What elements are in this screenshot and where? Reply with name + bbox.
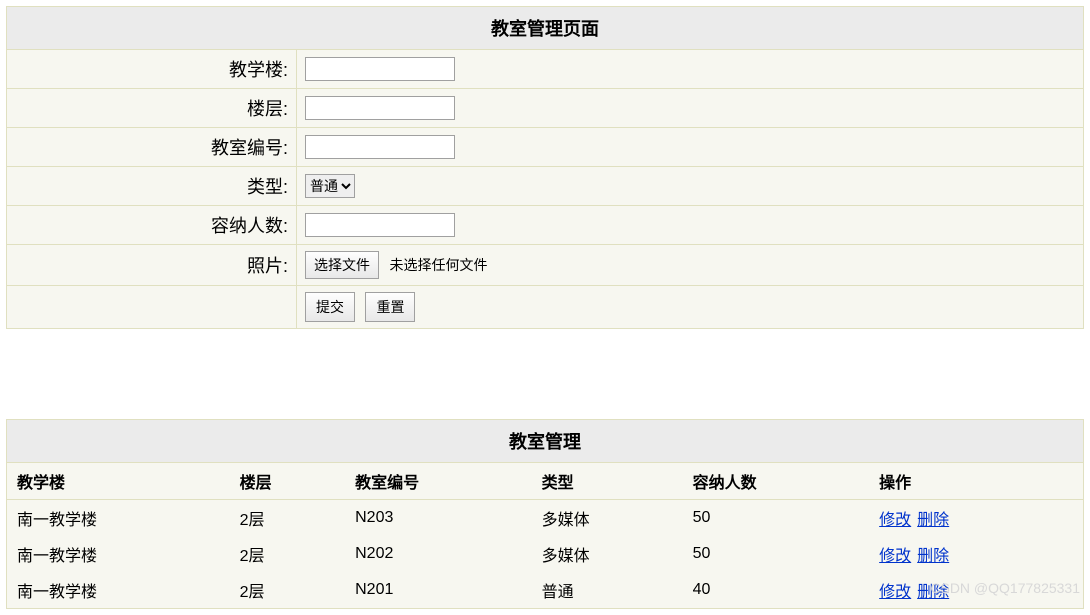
list-title: 教室管理 — [7, 420, 1084, 463]
cell-capacity: 50 — [683, 500, 870, 537]
edit-link[interactable]: 修改 — [879, 584, 911, 601]
cell-room_no: N203 — [345, 500, 532, 537]
cell-capacity: 40 — [683, 572, 870, 609]
form-title: 教室管理页面 — [7, 7, 1084, 50]
cell-room_no: N202 — [345, 536, 532, 572]
col-floor: 楼层 — [230, 463, 345, 500]
cell-type: 普通 — [532, 572, 683, 609]
no-file-text: 未选择任何文件 — [389, 257, 487, 273]
table-row: 南一教学楼2层N202多媒体50修改删除 — [7, 536, 1084, 572]
table-row: 南一教学楼2层N203多媒体50修改删除 — [7, 500, 1084, 537]
classroom-list-table: 教室管理 教学楼 楼层 教室编号 类型 容纳人数 操作 南一教学楼2层N203多… — [6, 419, 1084, 609]
watermark: CSDN @QQ177825331 — [930, 580, 1080, 596]
room-no-input[interactable] — [305, 135, 455, 159]
classroom-form-table: 教室管理页面 教学楼: 楼层: 教室编号: 类型: 普通 容纳人数: 照片: 选… — [6, 6, 1084, 329]
building-label: 教学楼: — [7, 50, 297, 89]
column-header-row: 教学楼 楼层 教室编号 类型 容纳人数 操作 — [7, 463, 1084, 500]
floor-label: 楼层: — [7, 89, 297, 128]
capacity-label: 容纳人数: — [7, 206, 297, 245]
cell-building: 南一教学楼 — [7, 572, 230, 609]
cell-type: 多媒体 — [532, 500, 683, 537]
delete-link[interactable]: 删除 — [917, 512, 949, 529]
capacity-input[interactable] — [305, 213, 455, 237]
col-capacity: 容纳人数 — [683, 463, 870, 500]
cell-floor: 2层 — [230, 536, 345, 572]
choose-file-button[interactable]: 选择文件 — [305, 251, 379, 279]
cell-room_no: N201 — [345, 572, 532, 609]
cell-building: 南一教学楼 — [7, 536, 230, 572]
edit-link[interactable]: 修改 — [879, 512, 911, 529]
col-action: 操作 — [869, 463, 1083, 500]
cell-type: 多媒体 — [532, 536, 683, 572]
photo-label: 照片: — [7, 245, 297, 286]
delete-link[interactable]: 删除 — [917, 548, 949, 565]
cell-building: 南一教学楼 — [7, 500, 230, 537]
cell-floor: 2层 — [230, 500, 345, 537]
type-select[interactable]: 普通 — [305, 174, 355, 198]
cell-action: 修改删除 — [869, 500, 1083, 537]
floor-input[interactable] — [305, 96, 455, 120]
building-input[interactable] — [305, 57, 455, 81]
col-room-no: 教室编号 — [345, 463, 532, 500]
type-label: 类型: — [7, 167, 297, 206]
reset-button[interactable]: 重置 — [365, 292, 415, 322]
edit-link[interactable]: 修改 — [879, 548, 911, 565]
submit-button[interactable]: 提交 — [305, 292, 355, 322]
cell-capacity: 50 — [683, 536, 870, 572]
col-type: 类型 — [532, 463, 683, 500]
cell-action: 修改删除 — [869, 536, 1083, 572]
col-building: 教学楼 — [7, 463, 230, 500]
table-row: 南一教学楼2层N201普通40修改删除 — [7, 572, 1084, 609]
cell-floor: 2层 — [230, 572, 345, 609]
room-no-label: 教室编号: — [7, 128, 297, 167]
